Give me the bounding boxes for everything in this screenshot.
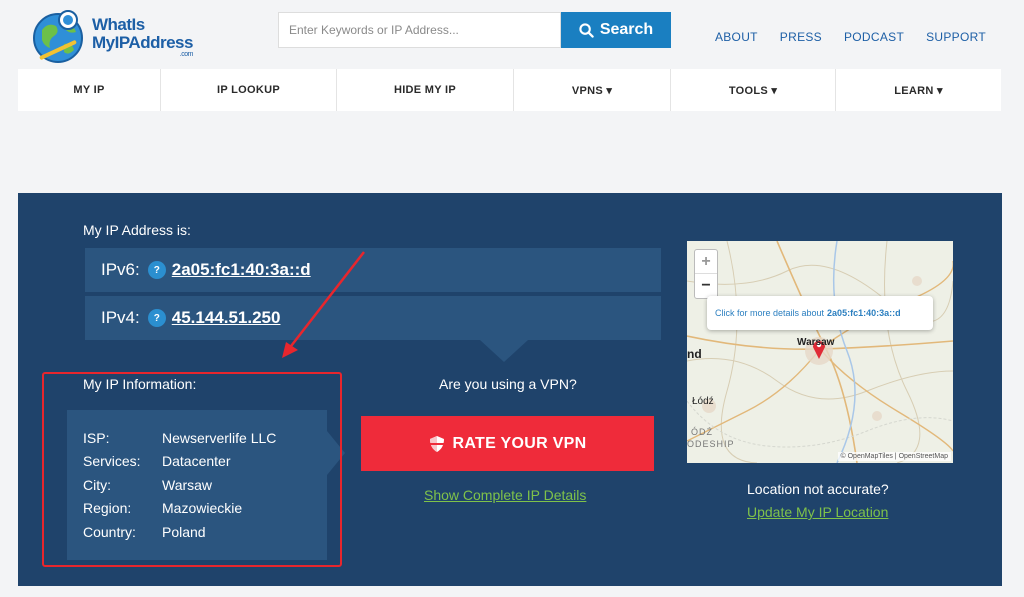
link-about[interactable]: ABOUT [715,30,758,44]
nav-tools[interactable]: TOOLS ▾ [671,69,836,111]
map-tiles [687,241,953,463]
ip-panel: My IP Address is: IPv6: ? 2a05:fc1:40:3a… [18,193,1002,586]
map-city-warsaw: Warsaw [797,337,835,348]
search-icon [579,22,594,38]
site-logo[interactable]: WhatIs MyIPAddress .com [30,6,205,66]
rate-vpn-button[interactable]: RATE YOUR VPN [361,416,654,471]
ip-box-pointer [480,340,528,362]
vpn-question: Are you using a VPN? [439,376,577,392]
map-region-label: ODESHIP [687,439,735,449]
link-podcast[interactable]: PODCAST [844,30,904,44]
map-city-lodz: Łódź [692,396,714,407]
globe-logo-icon [33,10,83,63]
show-ip-details-link[interactable]: Show Complete IP Details [424,487,586,503]
ip-heading: My IP Address is: [83,222,191,238]
link-press[interactable]: PRESS [780,30,822,44]
ipv4-value[interactable]: 45.144.51.250 [172,308,281,328]
link-support[interactable]: SUPPORT [926,30,986,44]
main-nav: MY IP IP LOOKUP HIDE MY IP VPNS ▾ TOOLS … [18,69,1001,111]
map-region-label: ÓDŹ [691,427,713,437]
nav-my-ip[interactable]: MY IP [18,69,161,111]
help-icon[interactable]: ? [147,309,166,327]
nav-learn[interactable]: LEARN ▾ [836,69,1001,111]
map-zoom-controls: + − [694,249,718,299]
location-map[interactable]: + − Click for more details about 2a05:fc1… [687,241,953,463]
search-button[interactable]: Search [561,12,671,48]
rate-vpn-label: RATE YOUR VPN [452,434,587,452]
nav-hide-my-ip[interactable]: HIDE MY IP [337,69,514,111]
logo-text: WhatIs MyIPAddress .com [92,15,193,59]
search-button-label: Search [599,21,654,38]
zoom-in-button[interactable]: + [695,250,717,274]
help-icon[interactable]: ? [147,261,166,279]
ipv4-label: IPv4: [101,308,140,327]
top-bar: WhatIs MyIPAddress .com Search ABOUT PRE… [0,0,1024,70]
nav-ip-lookup[interactable]: IP LOOKUP [161,69,337,111]
highlight-annotation-box [42,372,342,567]
shield-icon [429,435,444,452]
ipv6-label: IPv6: [101,260,140,279]
map-attribution[interactable]: © OpenMapTiles | OpenStreetMap [837,452,951,461]
zoom-out-button[interactable]: − [695,274,717,298]
update-location-link[interactable]: Update My IP Location [747,504,888,520]
location-question: Location not accurate? [747,481,889,497]
map-edge-label: nd [687,347,702,361]
nav-vpns[interactable]: VPNS ▾ [514,69,671,111]
top-links: ABOUT PRESS PODCAST SUPPORT [715,30,986,44]
map-popup[interactable]: Click for more details about 2a05:fc1:40:… [707,296,933,330]
annotation-arrow-icon [282,251,365,358]
search-input[interactable] [278,12,561,48]
